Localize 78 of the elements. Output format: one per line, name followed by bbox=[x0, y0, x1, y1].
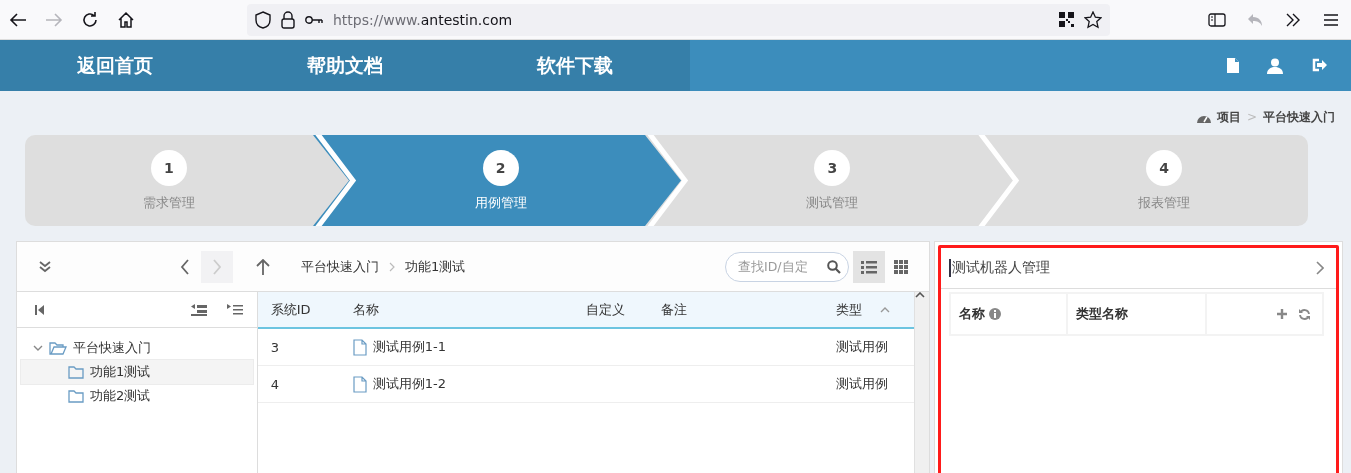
folder-icon bbox=[68, 389, 84, 403]
menu-icon[interactable] bbox=[1323, 12, 1339, 27]
first-icon[interactable] bbox=[35, 304, 44, 315]
tree-label: 功能1测试 bbox=[90, 363, 151, 381]
tree-item[interactable]: 功能1测试 bbox=[21, 360, 253, 384]
sort-up-icon bbox=[880, 306, 891, 313]
column-header[interactable]: 类型 bbox=[822, 300, 901, 319]
sign-out-icon[interactable] bbox=[1311, 57, 1327, 72]
chevron-left-icon bbox=[180, 258, 190, 275]
sidebar-icon[interactable] bbox=[1208, 12, 1226, 27]
column-header[interactable]: 自定义 bbox=[572, 300, 648, 319]
step-number: 1 bbox=[150, 149, 187, 186]
back-icon[interactable] bbox=[9, 11, 27, 28]
nav-link[interactable]: 软件下载 bbox=[460, 40, 690, 91]
chevron-right-icon bbox=[389, 261, 395, 272]
grid-icon bbox=[894, 259, 908, 274]
open-folder-icon bbox=[49, 341, 67, 355]
lock-icon[interactable] bbox=[281, 10, 295, 29]
chevron-right-icon bbox=[212, 258, 222, 275]
step-number: 3 bbox=[814, 149, 851, 186]
double-chevron-down-icon bbox=[38, 259, 52, 274]
arrow-up-icon bbox=[256, 258, 270, 275]
add-icon[interactable] bbox=[1277, 309, 1287, 319]
tree-label: 功能2测试 bbox=[90, 387, 151, 405]
column-header[interactable]: 备注 bbox=[647, 300, 823, 319]
column-header: 名称 bbox=[951, 294, 1066, 334]
wizard-step[interactable]: 4 报表管理 bbox=[1020, 135, 1308, 226]
search-field[interactable]: 查找ID/自定 bbox=[725, 251, 849, 282]
scrollbar[interactable] bbox=[913, 292, 929, 473]
tree-item[interactable]: 平台快速入门 bbox=[21, 336, 253, 360]
table-cell-text: 3 bbox=[269, 339, 280, 355]
search-icon bbox=[827, 259, 841, 274]
document-icon[interactable] bbox=[1227, 57, 1239, 73]
user-icon[interactable] bbox=[1267, 57, 1283, 74]
folder-icon bbox=[68, 365, 84, 379]
column-header[interactable]: 系统ID bbox=[257, 300, 340, 319]
path-link[interactable]: 功能1测试 bbox=[405, 257, 466, 276]
step-label: 测试管理 bbox=[806, 193, 859, 212]
view-toggle[interactable] bbox=[853, 250, 885, 283]
chevron-right-icon[interactable] bbox=[1316, 261, 1324, 275]
scroll-up-icon[interactable] bbox=[914, 292, 925, 298]
double-chevron-icon[interactable] bbox=[1285, 12, 1301, 27]
star-icon[interactable] bbox=[1084, 10, 1102, 29]
column-header: 类型名称 bbox=[1068, 294, 1205, 334]
reload-icon[interactable] bbox=[81, 10, 99, 29]
list-icon bbox=[861, 259, 877, 274]
panel-title: 测试机器人管理 bbox=[949, 259, 1050, 277]
file-icon bbox=[352, 338, 367, 356]
table-cell-text: 测试用例 bbox=[834, 338, 889, 356]
home-icon[interactable] bbox=[117, 10, 135, 29]
outdent-icon[interactable] bbox=[190, 303, 207, 316]
breadcrumb-link[interactable]: 平台快速入门 bbox=[1263, 108, 1335, 126]
refresh-icon[interactable] bbox=[1299, 308, 1310, 320]
step-label: 需求管理 bbox=[142, 193, 195, 212]
file-icon bbox=[352, 375, 367, 393]
qr-code-icon[interactable] bbox=[1059, 12, 1074, 27]
column-header[interactable]: 名称 bbox=[339, 300, 573, 319]
step-label: 用例管理 bbox=[474, 193, 527, 212]
nav-link[interactable]: 返回首页 bbox=[0, 40, 230, 91]
step-label: 报表管理 bbox=[1138, 193, 1191, 212]
key-icon[interactable] bbox=[305, 13, 323, 26]
shield-icon[interactable] bbox=[255, 10, 271, 29]
table-cell[interactable]: 测试用例1-1 bbox=[339, 338, 573, 356]
table-cell-text: 4 bbox=[269, 376, 280, 392]
chevron-down-icon[interactable] bbox=[33, 343, 43, 353]
step-number: 4 bbox=[1146, 149, 1183, 186]
tree-label: 平台快速入门 bbox=[73, 339, 151, 357]
table-cell[interactable]: 测试用例1-2 bbox=[339, 375, 573, 393]
info-icon bbox=[989, 308, 1001, 320]
table-cell-text: 测试用例 bbox=[834, 375, 889, 393]
indent-icon[interactable] bbox=[226, 303, 243, 316]
path-link[interactable]: 平台快速入门 bbox=[301, 257, 379, 276]
wizard-step[interactable]: 3 测试管理 bbox=[688, 135, 977, 226]
breadcrumb-link[interactable]: 项目 bbox=[1216, 108, 1241, 126]
nav-link[interactable]: 帮助文档 bbox=[230, 40, 460, 91]
tree-item[interactable]: 功能2测试 bbox=[21, 384, 253, 408]
step-number: 2 bbox=[482, 149, 519, 186]
breadcrumb-separator: > bbox=[1246, 110, 1257, 124]
